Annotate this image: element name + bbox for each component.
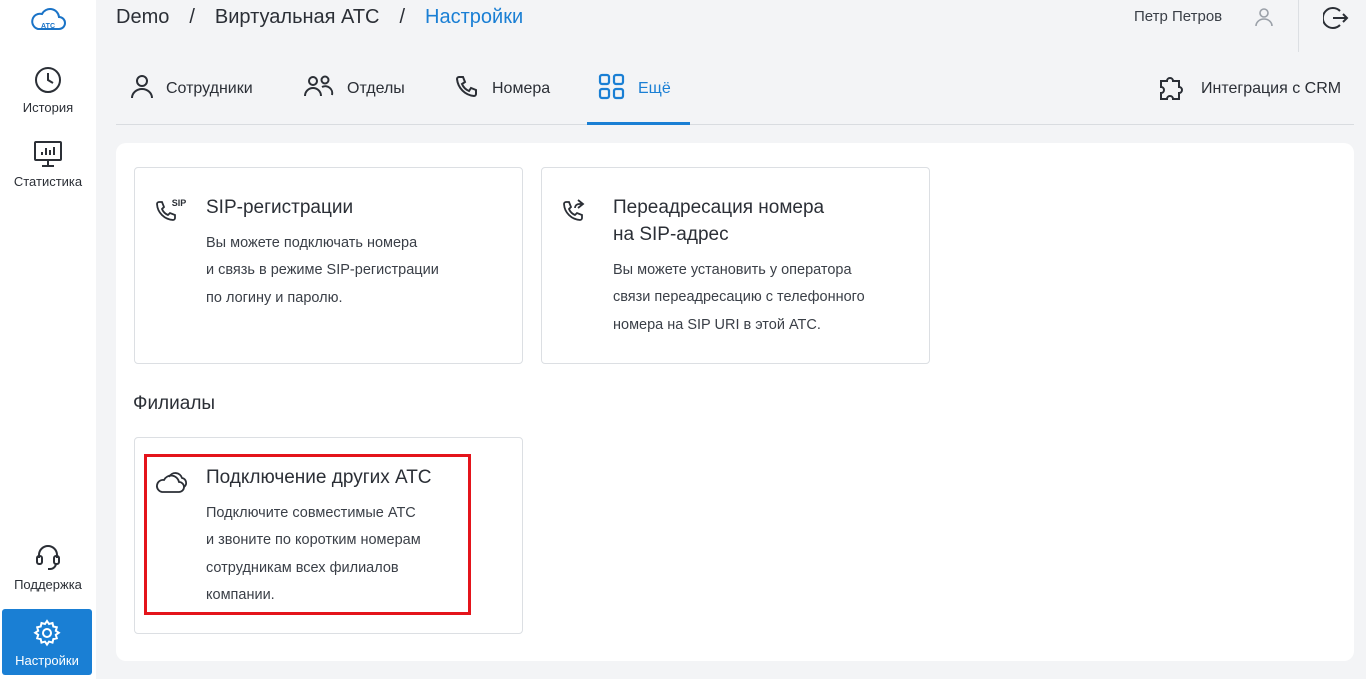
- sidebar-item-label: Поддержка: [14, 577, 82, 592]
- users-icon: [303, 74, 347, 105]
- tab-label: Ещё: [638, 80, 671, 97]
- chart-monitor-icon: [0, 140, 96, 168]
- card-description: Вы можете установить у оператора связи п…: [613, 257, 865, 339]
- sidebar-item-label: Статистика: [13, 174, 83, 189]
- settings-tabs: Сотрудники Отделы Номера Ещё Интеграция …: [116, 52, 1354, 125]
- connect-other-pbx-card[interactable]: Подключение других АТС Подключите совмес…: [134, 437, 523, 634]
- tab-label: Интеграция с CRM: [1201, 80, 1342, 97]
- desc-line: компании.: [206, 586, 275, 603]
- clock-icon: [0, 66, 96, 94]
- sip-forwarding-card[interactable]: Переадресация номера на SIP-адрес Вы мож…: [541, 167, 930, 364]
- header-divider: [1298, 0, 1299, 52]
- phone-icon: [454, 74, 492, 105]
- headset-icon: [0, 543, 96, 571]
- card-title: SIP-регистрации: [206, 197, 354, 218]
- desc-line: и звоните по коротким номерам: [206, 532, 421, 549]
- desc-line: сотрудникам всех филиалов: [206, 559, 399, 576]
- desc-line: Вы можете подключать номера: [206, 235, 418, 251]
- breadcrumb-separator: /: [399, 5, 406, 28]
- sip-icon-text: SIP: [172, 198, 187, 208]
- section-title-branches: Филиалы: [133, 393, 216, 414]
- tab-label: Номера: [492, 80, 551, 97]
- sidebar-item-label: История: [22, 100, 74, 115]
- sip-registration-card[interactable]: SIP SIP-регистрации Вы можете подключать…: [134, 167, 523, 364]
- desc-line: и связь в режиме SIP-регистрации: [206, 262, 439, 279]
- breadcrumb: Demo / Виртуальная АТС / Настройки: [116, 5, 523, 29]
- breadcrumb-item-pbx[interactable]: Виртуальная АТС: [215, 6, 380, 29]
- desc-line: Вы можете установить у оператора: [613, 262, 852, 278]
- title-line: на SIP-адрес: [613, 224, 729, 245]
- tab-numbers[interactable]: Номера: [454, 74, 550, 104]
- content-panel: SIP SIP-регистрации Вы можете подключать…: [116, 143, 1354, 661]
- desc-line: связи переадресацию с телефонного: [613, 289, 865, 306]
- sidebar-item-settings[interactable]: Настройки: [2, 609, 92, 675]
- phone-forward-icon: [562, 198, 592, 231]
- user-icon: [130, 74, 166, 105]
- desc-line: по логину и паролю.: [206, 289, 343, 306]
- clouds-icon: [155, 468, 189, 501]
- ats-cloud-logo[interactable]: АТС: [28, 2, 68, 34]
- active-tab-indicator: [587, 122, 690, 125]
- puzzle-icon: [1157, 72, 1201, 107]
- crm-integration-link[interactable]: Интеграция с CRM: [1157, 74, 1341, 104]
- phone-sip-icon: SIP: [155, 196, 189, 231]
- logout-icon[interactable]: [1321, 5, 1349, 31]
- sidebar-item-support[interactable]: Поддержка: [0, 543, 96, 592]
- desc-line: номера на SIP URI в этой АТС.: [613, 316, 821, 333]
- user-name[interactable]: Петр Петров: [1134, 8, 1222, 25]
- page-title: Настройки: [425, 5, 524, 28]
- grid-icon: [598, 73, 638, 106]
- card-title: Переадресация номера на SIP-адрес: [613, 194, 824, 248]
- tab-label: Отделы: [347, 80, 405, 97]
- card-description: Вы можете подключать номера и связь в ре…: [206, 230, 439, 312]
- title-line: Переадресация номера: [613, 197, 825, 218]
- desc-line: Подключите совместимые АТС: [206, 505, 416, 521]
- tab-more[interactable]: Ещё: [598, 73, 671, 106]
- sidebar-item-statistics[interactable]: Статистика: [0, 140, 96, 189]
- tab-label: Сотрудники: [166, 80, 253, 97]
- breadcrumb-item-demo[interactable]: Demo: [116, 6, 169, 29]
- tab-departments[interactable]: Отделы: [303, 74, 405, 104]
- tab-employees[interactable]: Сотрудники: [130, 74, 253, 104]
- breadcrumb-separator: /: [189, 5, 195, 28]
- card-description: Подключите совместимые АТС и звоните по …: [206, 500, 421, 609]
- logo-text: АТС: [41, 23, 55, 30]
- card-title: Подключение других АТС: [206, 467, 432, 488]
- sidebar-item-label: Настройки: [15, 653, 79, 668]
- avatar[interactable]: [1253, 6, 1275, 28]
- sidebar-item-history[interactable]: История: [0, 66, 96, 115]
- sidebar: АТС История Статистика Поддержка Настрой…: [0, 0, 96, 679]
- gear-icon: [2, 618, 92, 648]
